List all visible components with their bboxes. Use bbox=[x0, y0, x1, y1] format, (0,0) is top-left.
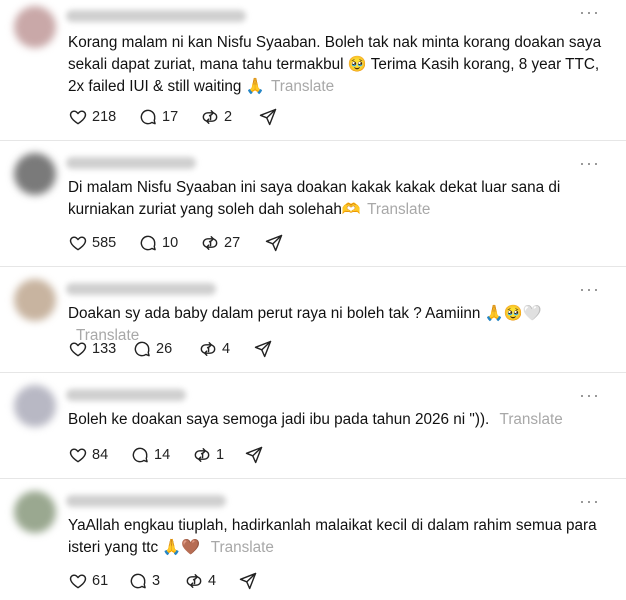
reply-button[interactable]: 14 bbox=[130, 445, 192, 465]
comment-post: ··· Doakan sy ada baby dalam perut raya … bbox=[0, 267, 626, 373]
more-icon[interactable]: ··· bbox=[579, 386, 600, 404]
reply-button[interactable]: 3 bbox=[128, 571, 184, 591]
like-count: 61 bbox=[92, 573, 109, 589]
repost-icon bbox=[202, 110, 218, 124]
comment-body: YaAllah engkau tiuplah, hadirkanlah mala… bbox=[68, 517, 597, 556]
repost-count: 1 bbox=[216, 447, 225, 463]
repost-icon bbox=[200, 342, 216, 356]
like-button[interactable]: 61 bbox=[68, 571, 128, 591]
like-button[interactable]: 133 bbox=[68, 339, 132, 359]
share-icon bbox=[254, 340, 272, 358]
repost-icon bbox=[202, 236, 218, 250]
comment-body: Di malam Nisfu Syaaban ini saya doakan k… bbox=[68, 179, 561, 218]
comment-text: Di malam Nisfu Syaaban ini saya doakan k… bbox=[68, 177, 606, 221]
action-bar: 84 14 1 bbox=[68, 444, 264, 466]
comment-text: Korang malam ni kan Nisfu Syaaban. Boleh… bbox=[68, 32, 606, 98]
like-count: 218 bbox=[92, 109, 117, 125]
reply-button[interactable]: 10 bbox=[138, 233, 200, 253]
heart-icon bbox=[69, 448, 87, 463]
avatar[interactable] bbox=[14, 279, 56, 321]
like-button[interactable]: 585 bbox=[68, 233, 138, 253]
comment-text: YaAllah engkau tiuplah, hadirkanlah mala… bbox=[68, 515, 606, 559]
username-blurred[interactable] bbox=[66, 283, 216, 295]
comment-body: Korang malam ni kan Nisfu Syaaban. Boleh… bbox=[68, 34, 602, 95]
avatar[interactable] bbox=[14, 153, 56, 195]
share-icon bbox=[245, 446, 263, 464]
repost-count: 2 bbox=[224, 109, 233, 125]
share-button[interactable] bbox=[264, 233, 284, 253]
repost-button[interactable]: 1 bbox=[192, 445, 244, 465]
more-icon[interactable]: ··· bbox=[579, 3, 600, 21]
action-bar: 133 26 4 bbox=[68, 338, 273, 360]
comment-icon bbox=[130, 573, 146, 589]
more-icon[interactable]: ··· bbox=[579, 154, 600, 172]
translate-link[interactable]: Translate bbox=[500, 411, 563, 428]
comment-icon bbox=[140, 235, 156, 251]
comment-text: Boleh ke doakan saya semoga jadi ibu pad… bbox=[68, 409, 606, 431]
repost-button[interactable]: 4 bbox=[184, 571, 238, 591]
heart-icon bbox=[69, 236, 87, 251]
reply-count: 10 bbox=[162, 235, 179, 251]
share-icon bbox=[239, 572, 257, 590]
reply-count: 3 bbox=[152, 573, 161, 589]
comment-icon bbox=[132, 447, 148, 463]
comment-feed: ··· Korang malam ni kan Nisfu Syaaban. B… bbox=[0, 0, 626, 600]
username-blurred[interactable] bbox=[66, 389, 186, 401]
repost-button[interactable]: 4 bbox=[198, 339, 253, 359]
share-button[interactable] bbox=[244, 445, 264, 465]
like-count: 585 bbox=[92, 235, 117, 251]
comment-icon bbox=[140, 109, 156, 125]
comment-icon bbox=[134, 341, 150, 357]
reply-count: 17 bbox=[162, 109, 179, 125]
heart-icon bbox=[69, 574, 87, 589]
repost-icon bbox=[194, 448, 210, 462]
comment-post: ··· Korang malam ni kan Nisfu Syaaban. B… bbox=[0, 0, 626, 141]
share-icon bbox=[265, 234, 283, 252]
action-bar: 218 17 2 bbox=[68, 106, 278, 128]
comment-post: ··· YaAllah engkau tiuplah, hadirkanlah … bbox=[0, 479, 626, 600]
comment-post: ··· Di malam Nisfu Syaaban ini saya doak… bbox=[0, 141, 626, 267]
username-blurred[interactable] bbox=[66, 10, 246, 22]
like-count: 84 bbox=[92, 447, 109, 463]
repost-icon bbox=[186, 574, 202, 588]
more-icon[interactable]: ··· bbox=[579, 280, 600, 298]
reply-count: 26 bbox=[156, 341, 173, 357]
comment-body: Doakan sy ada baby dalam perut raya ni b… bbox=[68, 305, 542, 322]
translate-link[interactable]: Translate bbox=[367, 201, 430, 218]
repost-button[interactable]: 27 bbox=[200, 233, 264, 253]
avatar[interactable] bbox=[14, 385, 56, 427]
repost-button[interactable]: 2 bbox=[200, 107, 258, 127]
repost-count: 4 bbox=[208, 573, 217, 589]
action-bar: 585 10 27 bbox=[68, 232, 284, 254]
more-icon[interactable]: ··· bbox=[579, 492, 600, 510]
avatar[interactable] bbox=[14, 6, 56, 48]
username-blurred[interactable] bbox=[66, 495, 226, 507]
share-button[interactable] bbox=[238, 571, 258, 591]
reply-button[interactable]: 17 bbox=[138, 107, 200, 127]
action-bar: 61 3 4 bbox=[68, 570, 258, 592]
comment-post: ··· Boleh ke doakan saya semoga jadi ibu… bbox=[0, 373, 626, 479]
heart-icon bbox=[69, 342, 87, 357]
heart-icon bbox=[69, 110, 87, 125]
translate-link[interactable]: Translate bbox=[271, 78, 334, 95]
share-button[interactable] bbox=[253, 339, 273, 359]
avatar[interactable] bbox=[14, 491, 56, 533]
comment-body: Boleh ke doakan saya semoga jadi ibu pad… bbox=[68, 411, 490, 428]
reply-button[interactable]: 26 bbox=[132, 339, 198, 359]
like-button[interactable]: 218 bbox=[68, 107, 138, 127]
repost-count: 27 bbox=[224, 235, 241, 251]
translate-link[interactable]: Translate bbox=[211, 539, 274, 556]
share-icon bbox=[259, 108, 277, 126]
like-button[interactable]: 84 bbox=[68, 445, 130, 465]
share-button[interactable] bbox=[258, 107, 278, 127]
repost-count: 4 bbox=[222, 341, 231, 357]
reply-count: 14 bbox=[154, 447, 171, 463]
username-blurred[interactable] bbox=[66, 157, 196, 169]
like-count: 133 bbox=[92, 341, 117, 357]
